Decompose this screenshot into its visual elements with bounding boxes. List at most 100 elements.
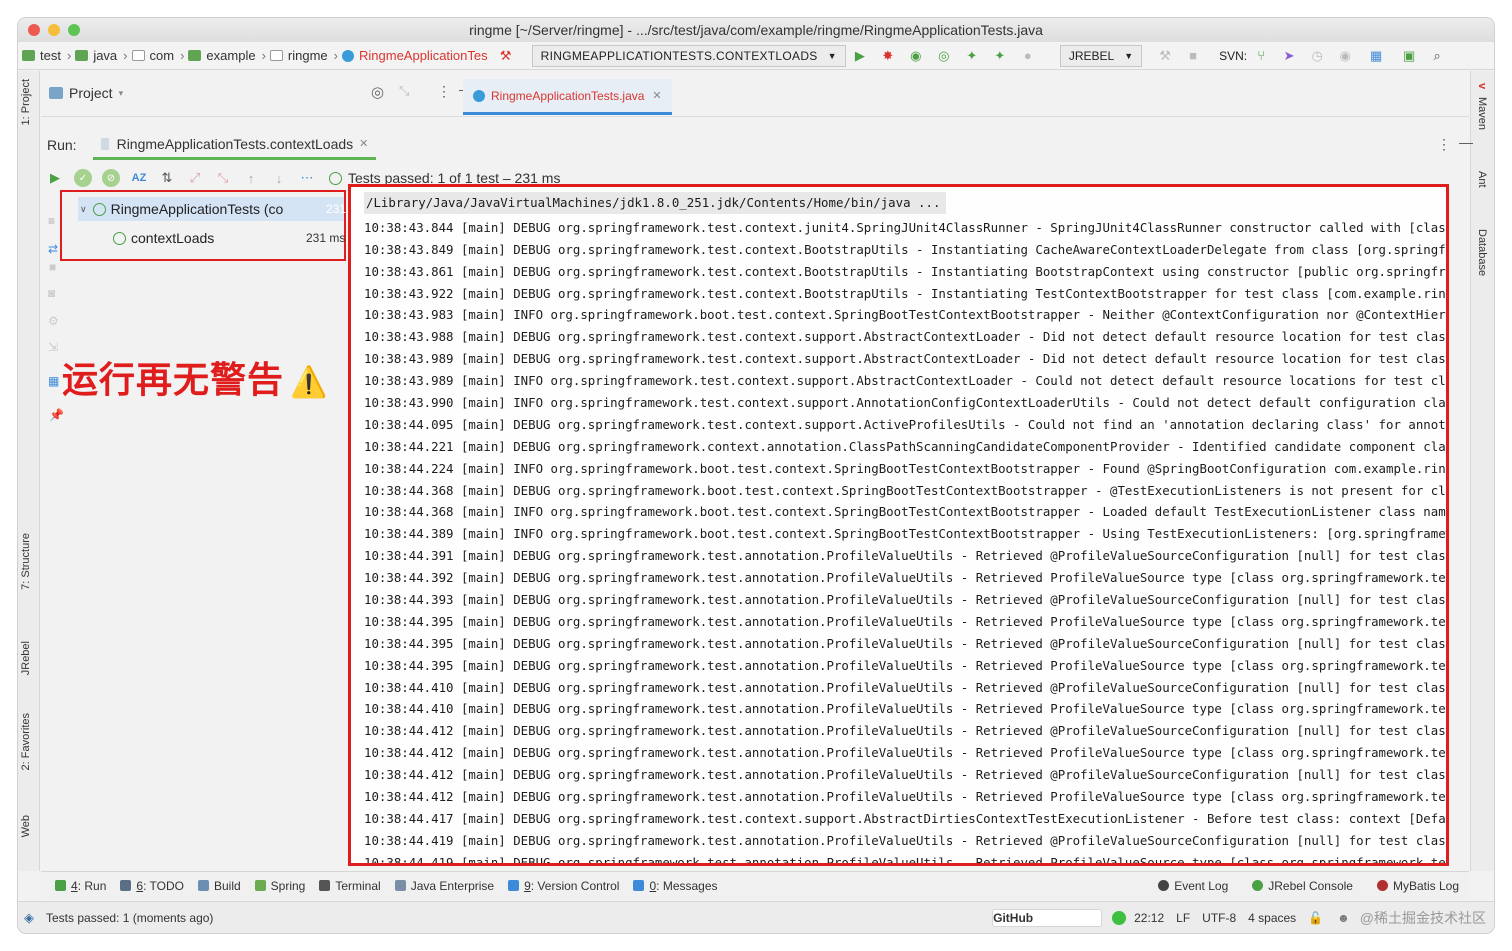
ant-tool-button[interactable]: Ant <box>1476 171 1488 188</box>
tree-item-context-loads[interactable]: contextLoads 231 ms <box>113 226 345 250</box>
jrebel-tool-button[interactable]: JRebel <box>20 641 32 675</box>
folder-icon <box>49 87 63 99</box>
pin-icon[interactable]: ≡ <box>48 214 55 228</box>
stop-run-icon[interactable]: ■ <box>49 260 56 274</box>
more-options-icon[interactable]: ⋮ <box>437 83 451 100</box>
line-separator[interactable]: LF <box>1176 911 1190 925</box>
rerun-icon[interactable]: ▶ <box>46 169 64 187</box>
stop-icon[interactable]: ■ <box>1184 47 1202 65</box>
svn-update-icon[interactable]: ⑂ <box>1252 47 1270 65</box>
close-run-tab-icon[interactable]: ✕ <box>359 137 368 150</box>
rerun-failed-icon[interactable]: ⇄ <box>48 242 58 256</box>
editor-tab-ringme-tests[interactable]: RingmeApplicationTests.java ✕ <box>463 79 672 115</box>
debug-icon[interactable]: ✸ <box>879 47 897 65</box>
breadcrumb-java[interactable]: java › <box>75 48 128 63</box>
attach-icon[interactable]: ● <box>1019 47 1037 65</box>
breadcrumb-example[interactable]: example › <box>188 48 266 63</box>
version-control-icon <box>508 880 520 891</box>
more-options-icon[interactable]: ⋮ <box>1437 136 1451 153</box>
folder-icon <box>75 50 89 61</box>
maven-tool-button[interactable]: Maven <box>1476 97 1488 130</box>
sort-duration-icon[interactable]: ⇅ <box>158 169 176 187</box>
expand-all-icon[interactable]: ⤢ <box>186 169 204 187</box>
inspector-icon[interactable]: ☻ <box>1337 911 1350 925</box>
sort-alpha-icon[interactable]: AZ <box>130 169 148 187</box>
next-failed-icon[interactable]: ↓ <box>270 169 288 187</box>
hide-run-icon[interactable]: — <box>1459 134 1473 150</box>
favorites-tool-button[interactable]: 2: Favorites <box>20 713 32 770</box>
profile-icon[interactable]: ◎ <box>935 47 953 65</box>
project-structure-icon[interactable]: ▦ <box>1367 47 1385 65</box>
camera-icon[interactable]: ◙ <box>48 286 55 300</box>
coverage-icon[interactable]: ◉ <box>907 47 925 65</box>
more-icon[interactable]: ⋯ <box>298 169 316 187</box>
jrebel-select[interactable]: JREBEL ▼ <box>1059 44 1143 67</box>
mybatis-log-button[interactable]: MyBatis Log <box>1376 879 1459 893</box>
class-icon <box>473 89 485 102</box>
rollback-icon[interactable]: ◉ <box>1336 47 1354 65</box>
warning-icon: ⚠️ <box>290 365 329 400</box>
status-message[interactable]: Tests passed: 1 (moments ago) <box>46 911 213 925</box>
breadcrumb-ringme[interactable]: ringme › <box>269 48 338 63</box>
bottom-tool-stripe: 4: Run 6: TODO Build Spring Terminal Java Ent… <box>41 871 1469 899</box>
tool-button-run[interactable]: 4: Run <box>55 879 106 893</box>
tool-button-spring[interactable]: Spring <box>254 879 305 893</box>
tool-button-java-enterprise[interactable]: Java Enterprise <box>394 879 494 893</box>
close-tab-icon[interactable]: ✕ <box>652 89 661 102</box>
layout-icon[interactable]: ▦ <box>48 374 59 388</box>
file-encoding[interactable]: UTF-8 <box>1202 911 1236 925</box>
run-configuration-select[interactable]: RINGMEAPPLICATIONTESTS.CONTEXTLOADS ▼ <box>531 44 846 67</box>
collapse-all-icon[interactable]: ⤡ <box>214 169 232 187</box>
close-window-button[interactable] <box>28 24 40 36</box>
terminal-toolbar-icon[interactable]: ▣ <box>1400 47 1418 65</box>
structure-tool-button[interactable]: 7: Structure <box>20 533 32 590</box>
show-ignored-icon[interactable]: ⊘ <box>102 169 120 187</box>
project-tool-button[interactable]: 1: Project <box>20 79 32 125</box>
console-log-line: 10:38:43.989 [main] DEBUG org.springfram… <box>364 351 1446 367</box>
event-log-button[interactable]: Event Log <box>1158 879 1228 893</box>
breadcrumb-class[interactable]: RingmeApplicationTes <box>342 48 488 63</box>
build-icon[interactable]: ⚒ <box>1156 47 1174 65</box>
history-icon[interactable]: ◷ <box>1308 47 1326 65</box>
search-icon[interactable]: ⌕ <box>1428 47 1446 65</box>
tool-button-todo[interactable]: 6: TODO <box>120 879 184 893</box>
lock-icon[interactable]: 🔓 <box>1308 911 1323 925</box>
tool-button-messages[interactable]: 0: Messages <box>633 879 718 893</box>
console-log-line: 10:38:44.417 [main] DEBUG org.springfram… <box>364 810 1446 826</box>
jrebel-console-button[interactable]: JRebel Console <box>1252 879 1353 893</box>
hammer-icon[interactable]: ⚒ <box>497 47 515 65</box>
run-tab-context-loads[interactable]: RingmeApplicationTests.contextLoads ✕ <box>92 130 377 160</box>
run-icon[interactable]: ▶ <box>851 47 869 65</box>
tree-item-test-class[interactable]: ∨ RingmeApplicationTests (co 231 ms <box>78 197 365 221</box>
layers-icon[interactable]: ◈ <box>24 910 34 926</box>
minimize-window-button[interactable] <box>48 24 60 36</box>
tool-button-build[interactable]: Build <box>197 879 241 893</box>
github-widget[interactable]: GitHub <box>992 908 1103 927</box>
watermark: @稀土掘金技术社区 <box>1359 909 1486 926</box>
jrebel-debug-icon[interactable]: ✦ <box>991 47 1009 65</box>
breadcrumb-test[interactable]: test › <box>22 48 71 63</box>
tool-button-version-control[interactable]: 9: Version Control <box>508 879 619 893</box>
console-log-line: 10:38:44.412 [main] DEBUG org.springfram… <box>364 767 1446 783</box>
export-icon[interactable]: ⇲ <box>48 340 58 354</box>
zoom-window-button[interactable] <box>68 24 80 36</box>
project-view-select[interactable]: Project ▾ <box>49 85 123 101</box>
chevron-down-icon[interactable]: ∨ <box>80 204 87 215</box>
jrebel-run-icon[interactable]: ✦ <box>963 47 981 65</box>
tool-button-terminal[interactable]: Terminal <box>319 879 381 893</box>
settings-icon[interactable]: ⚙ <box>48 314 59 328</box>
web-tool-button[interactable]: Web <box>20 815 32 837</box>
collapse-icon[interactable]: ⤡ <box>399 83 409 99</box>
pin-tab-icon[interactable]: 📌 <box>49 408 64 422</box>
show-passed-icon[interactable]: ✓ <box>74 169 92 187</box>
status-ok-icon[interactable] <box>1112 910 1127 925</box>
console-log-line: 10:38:44.095 [main] DEBUG org.springfram… <box>364 416 1446 432</box>
console-output[interactable]: /Library/Java/JavaVirtualMachines/jdk1.8… <box>348 184 1449 866</box>
breadcrumb-com[interactable]: com › <box>131 48 184 63</box>
indent-setting[interactable]: 4 spaces <box>1248 911 1296 925</box>
locate-icon[interactable]: ◎ <box>371 83 384 101</box>
svn-commit-icon[interactable]: ➤ <box>1280 47 1298 65</box>
caret-position[interactable]: 22:12 <box>1134 911 1164 925</box>
database-tool-button[interactable]: Database <box>1476 229 1488 276</box>
previous-failed-icon[interactable]: ↑ <box>242 169 260 187</box>
